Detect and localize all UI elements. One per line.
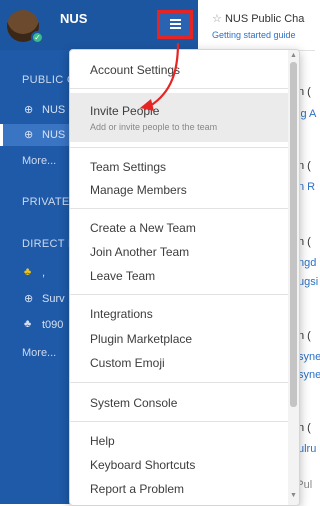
annotation-arrow-head: [140, 99, 154, 111]
annotation-arrow: [140, 42, 180, 111]
annotation-arrow-line: [149, 42, 180, 107]
